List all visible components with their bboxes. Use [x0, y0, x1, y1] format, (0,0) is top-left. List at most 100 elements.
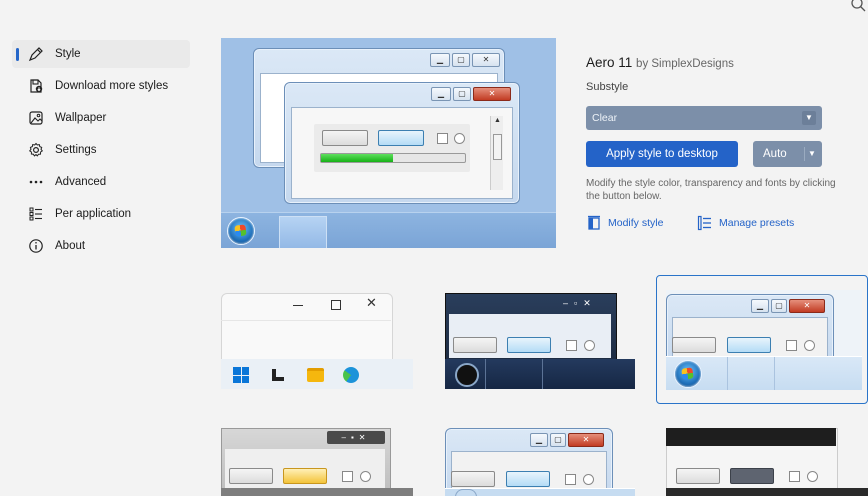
preview-radio — [807, 471, 818, 482]
list-icon — [28, 206, 44, 222]
manage-presets-link[interactable]: Manage presets — [697, 215, 794, 231]
sidebar-item-label: Wallpaper — [55, 112, 107, 124]
substyle-label: Substyle — [586, 81, 629, 93]
preview-radio — [583, 474, 594, 485]
preview-button — [453, 337, 497, 353]
style-thumbnail-gold[interactable]: –▪✕ — [221, 418, 413, 496]
preview-button-focused — [507, 337, 551, 353]
preview-scrollbar: ▲ — [490, 116, 503, 190]
preview-taskbar — [221, 488, 413, 496]
maximize-button — [331, 300, 341, 310]
more-icon — [28, 174, 44, 190]
preview-button — [322, 130, 368, 146]
style-thumbnail-light-aero[interactable]: ▁ ▢ ✕ — [445, 418, 635, 496]
image-icon — [28, 110, 44, 126]
preview-radio — [454, 133, 465, 144]
preview-checkbox — [342, 471, 353, 482]
window-controls: –▫✕ — [563, 298, 597, 308]
apply-mode-value: Auto — [763, 148, 787, 160]
minimize-button: ▁ — [431, 87, 451, 101]
windows-logo-icon — [233, 367, 249, 383]
sidebar-item-label: Style — [55, 48, 81, 60]
sidebar-item-style[interactable]: Style — [12, 40, 190, 68]
apply-style-button[interactable]: Apply style to desktop — [586, 141, 738, 167]
preview-button-focused — [727, 337, 771, 353]
style-description: Modify the style color, transparency and… — [586, 178, 836, 202]
preview-button — [676, 468, 720, 484]
start-orb-icon — [674, 360, 702, 388]
preview-radio — [584, 340, 595, 351]
modify-style-link[interactable]: Modify style — [586, 215, 663, 231]
sidebar-item-about[interactable]: About — [12, 232, 190, 260]
close-button: ✕ — [472, 53, 500, 67]
apply-mode-dropdown[interactable]: Auto ▼ — [753, 141, 822, 167]
sidebar-item-wallpaper[interactable]: Wallpaper — [12, 104, 190, 132]
preview-button — [451, 471, 495, 487]
minimize-button: ▁ — [430, 53, 450, 67]
preview-checkbox — [789, 471, 800, 482]
style-name: Aero 11 — [586, 55, 633, 70]
edge-icon — [343, 367, 359, 383]
substyle-value: Clear — [592, 112, 618, 124]
manage-presets-label: Manage presets — [719, 217, 795, 229]
start-button-icon — [455, 363, 479, 387]
preview-taskbar — [445, 359, 635, 389]
preview-button-focused — [730, 468, 774, 484]
modify-style-label: Modify style — [608, 217, 664, 229]
style-details: Aero 11 by SimplexDesigns Substyle Clear… — [586, 55, 836, 231]
preview-checkbox — [566, 340, 577, 351]
preview-front-client: ▲ — [291, 107, 513, 199]
preview-taskbar — [221, 359, 413, 389]
substyle-dropdown[interactable]: Clear ▼ — [586, 106, 822, 130]
sidebar-item-label: About — [55, 240, 86, 252]
preview-checkbox — [565, 474, 576, 485]
sidebar-item-label: Download more styles — [55, 80, 169, 92]
style-thumbnail-dark-blue[interactable]: –▫✕ — [445, 293, 635, 389]
preview-radio — [804, 340, 815, 351]
close-button: ✕ — [366, 295, 377, 310]
chevron-down-icon: ▼ — [804, 147, 819, 161]
download-icon — [28, 78, 44, 94]
sidebar-item-label: Per application — [55, 208, 132, 220]
search-icon[interactable] — [850, 0, 868, 14]
preview-checkbox — [786, 340, 797, 351]
maximize-button: ▢ — [771, 299, 787, 313]
active-indicator — [16, 48, 19, 61]
gear-icon — [28, 142, 44, 158]
preview-checkbox — [437, 133, 448, 144]
style-title: Aero 11 by SimplexDesigns — [586, 55, 826, 70]
maximize-button: ▢ — [453, 87, 471, 101]
style-thumbnail-windows-11[interactable]: ✕ — [221, 293, 413, 389]
preview-button-focused — [506, 471, 550, 487]
sidebar-item-download-more-styles[interactable]: Download more styles — [12, 72, 190, 100]
sidebar-item-settings[interactable]: Settings — [12, 136, 190, 164]
modify-style-icon — [588, 215, 600, 230]
preview-progress-bar — [320, 153, 466, 163]
brush-icon — [28, 46, 44, 62]
sidebar-item-advanced[interactable]: Advanced — [12, 168, 190, 196]
sidebar-item-per-application[interactable]: Per application — [12, 200, 190, 228]
close-button: ✕ — [568, 433, 604, 447]
close-button: ✕ — [789, 299, 825, 313]
list-icon — [697, 215, 711, 231]
preview-front-window: ▁ ▢ ✕ ▲ — [284, 82, 520, 204]
style-author: by SimplexDesigns — [636, 58, 734, 70]
progress-fill — [321, 154, 393, 162]
style-preview: ▁ ▢ ✕ ▁ ▢ ✕ ▲ — [221, 38, 556, 248]
style-thumbnail-dark[interactable] — [666, 418, 868, 496]
chevron-down-icon: ▼ — [802, 111, 816, 125]
preview-button-focused — [283, 468, 327, 484]
maximize-button: ▢ — [550, 433, 566, 447]
minimize-button — [293, 305, 303, 306]
style-thumbnail-aero-11[interactable]: ▁ ▢ ✕ — [666, 290, 862, 390]
preview-button-focused — [378, 130, 424, 146]
minimize-button: ▁ — [751, 299, 769, 313]
preview-button — [229, 468, 273, 484]
taskbar-button — [279, 216, 327, 248]
preview-radio — [360, 471, 371, 482]
preview-taskbar — [666, 356, 862, 390]
maximize-button: ▢ — [452, 53, 470, 67]
preview-taskbar — [221, 212, 556, 248]
widgets-icon — [272, 369, 284, 381]
sidebar: Style Download more styles Wallpaper Set… — [12, 40, 190, 264]
